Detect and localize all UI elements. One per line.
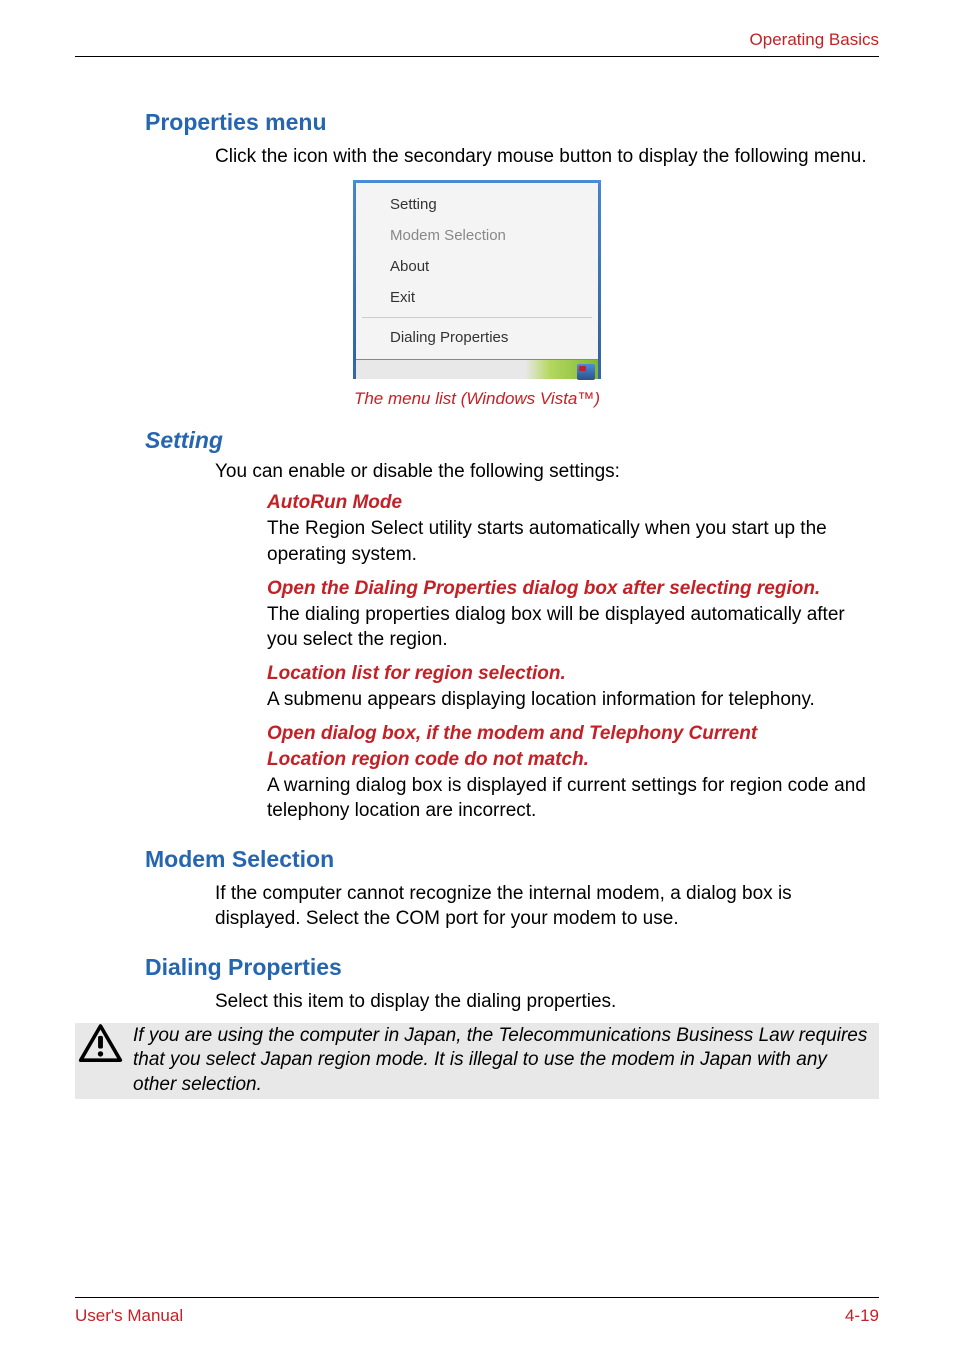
- menu-item-exit: Exit: [356, 282, 598, 313]
- context-menu-screenshot: Setting Modem Selection About Exit Diali…: [353, 180, 601, 379]
- modem-selection-heading: Modem Selection: [75, 846, 879, 873]
- modem-selection-body: If the computer cannot recognize the int…: [75, 881, 879, 932]
- setting-heading: Setting: [75, 427, 879, 454]
- properties-menu-heading: Properties menu: [75, 109, 879, 136]
- footer-right: 4-19: [845, 1306, 879, 1326]
- open-dialog-box-heading: Open dialog box, if the modem and Teleph…: [75, 723, 879, 745]
- footer-left: User's Manual: [75, 1306, 183, 1326]
- taskbar-strip: [356, 359, 598, 379]
- menu-item-setting: Setting: [356, 189, 598, 220]
- location-region-body: A warning dialog box is displayed if cur…: [75, 773, 879, 824]
- menu-item-modem-selection: Modem Selection: [356, 220, 598, 251]
- dialing-properties-body: Select this item to display the dialing …: [75, 989, 879, 1015]
- page-content: Properties menu Click the icon with the …: [75, 57, 879, 1099]
- header-title: Operating Basics: [750, 30, 879, 49]
- properties-menu-body: Click the icon with the secondary mouse …: [75, 144, 879, 170]
- location-region-heading: Location region code do not match.: [75, 749, 879, 771]
- location-list-body: A submenu appears displaying location in…: [75, 687, 879, 713]
- location-list-heading: Location list for region selection.: [75, 663, 879, 685]
- autorun-mode-heading: AutoRun Mode: [75, 492, 879, 514]
- warning-icon: [78, 1024, 123, 1064]
- dialing-properties-heading: Dialing Properties: [75, 954, 879, 981]
- menu-item-about: About: [356, 251, 598, 282]
- page-header: Operating Basics: [75, 30, 879, 57]
- open-dialing-body: The dialing properties dialog box will b…: [75, 602, 879, 653]
- setting-intro: You can enable or disable the following …: [75, 460, 879, 485]
- tray-modem-icon: [577, 364, 595, 380]
- figure-caption: The menu list (Windows Vista™): [75, 389, 879, 409]
- warning-text: If you are using the computer in Japan, …: [133, 1024, 871, 1098]
- autorun-mode-body: The Region Select utility starts automat…: [75, 516, 879, 567]
- open-dialing-heading: Open the Dialing Properties dialog box a…: [75, 578, 879, 600]
- page-footer: User's Manual 4-19: [75, 1297, 879, 1326]
- warning-callout: If you are using the computer in Japan, …: [75, 1023, 879, 1099]
- menu-item-dialing-properties: Dialing Properties: [356, 322, 598, 353]
- menu-divider: [362, 317, 592, 318]
